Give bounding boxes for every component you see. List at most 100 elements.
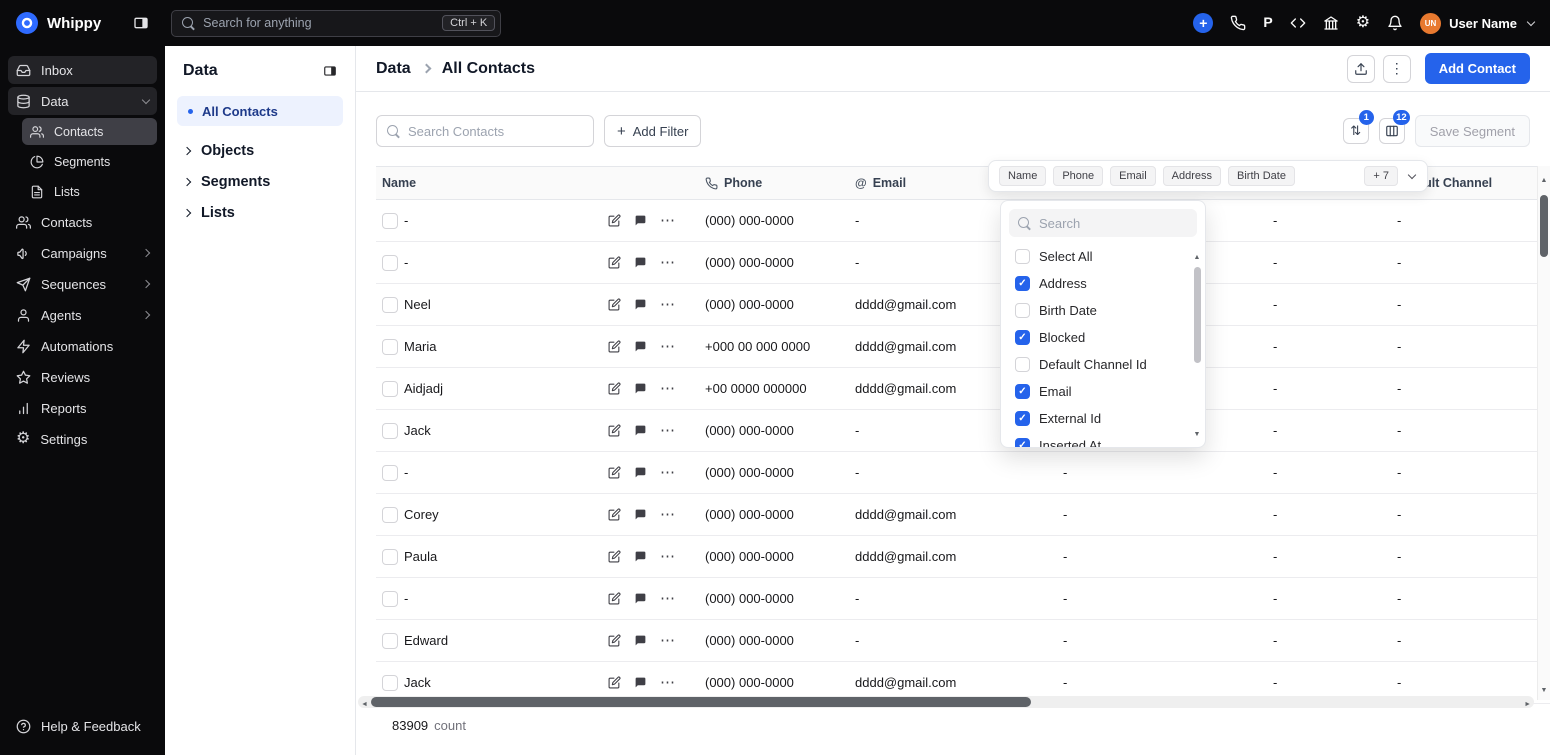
message-icon[interactable]: [634, 466, 647, 479]
subsidebar-group-segments[interactable]: Segments: [177, 167, 343, 197]
scrollbar-thumb[interactable]: [1540, 195, 1548, 257]
scrollbar-thumb[interactable]: [370, 697, 1031, 707]
global-search-input[interactable]: [203, 16, 435, 30]
edit-contact-icon[interactable]: [608, 298, 621, 311]
column-option[interactable]: Email: [1009, 378, 1197, 405]
scroll-down-icon[interactable]: [1194, 423, 1201, 441]
user-menu-chevron-icon[interactable]: [1526, 17, 1536, 27]
subsidebar-group-lists[interactable]: Lists: [177, 198, 343, 228]
row-checkbox[interactable]: [382, 254, 398, 271]
column-checkbox[interactable]: [1015, 384, 1030, 399]
edit-contact-icon[interactable]: [608, 550, 621, 563]
column-option[interactable]: Default Channel Id: [1009, 351, 1197, 378]
columns-search-input[interactable]: [1039, 215, 1188, 231]
message-icon[interactable]: [634, 592, 647, 605]
scroll-right-icon[interactable]: [1524, 693, 1531, 711]
contacts-search-input[interactable]: [408, 123, 583, 139]
column-option[interactable]: Birth Date: [1009, 297, 1197, 324]
more-columns-chip[interactable]: + 7: [1364, 166, 1398, 186]
message-icon[interactable]: [634, 508, 647, 521]
scroll-up-icon[interactable]: [1194, 246, 1201, 264]
row-checkbox[interactable]: [382, 548, 398, 565]
column-option[interactable]: Blocked: [1009, 324, 1197, 351]
column-chip[interactable]: Phone: [1053, 166, 1104, 186]
contacts-search[interactable]: [376, 115, 594, 147]
subsidebar-item-all-contacts[interactable]: All Contacts: [177, 96, 343, 126]
edit-contact-icon[interactable]: [608, 676, 621, 689]
row-checkbox[interactable]: [382, 464, 398, 481]
message-icon[interactable]: [634, 676, 647, 689]
chevron-down-icon[interactable]: [1407, 170, 1417, 180]
sidebar-item-campaigns[interactable]: Campaigns: [8, 239, 157, 267]
add-contact-button[interactable]: Add Contact: [1424, 53, 1530, 84]
message-icon[interactable]: [634, 256, 647, 269]
row-checkbox[interactable]: [382, 674, 398, 691]
row-more-icon[interactable]: [660, 465, 675, 480]
edit-contact-icon[interactable]: [608, 424, 621, 437]
more-options-button[interactable]: [1382, 54, 1411, 83]
sidebar-item-sequences[interactable]: Sequences: [8, 270, 157, 298]
sidebar-item-lists-sub[interactable]: Lists: [22, 178, 157, 205]
scroll-down-icon[interactable]: [1541, 679, 1548, 697]
subsidebar-group-objects[interactable]: Objects: [177, 136, 343, 166]
row-checkbox[interactable]: [382, 296, 398, 313]
column-option[interactable]: External Id: [1009, 405, 1197, 432]
sidebar-item-reports[interactable]: Reports: [8, 394, 157, 422]
col-header-phone[interactable]: Phone: [689, 176, 839, 190]
row-more-icon[interactable]: [660, 255, 675, 270]
sidebar-item-settings[interactable]: Settings: [8, 425, 157, 453]
message-icon[interactable]: [634, 340, 647, 353]
column-chip[interactable]: Name: [999, 166, 1047, 186]
message-icon[interactable]: [634, 550, 647, 563]
column-checkbox[interactable]: [1015, 357, 1030, 372]
breadcrumb-parent[interactable]: Data: [376, 60, 411, 78]
sidebar-toggle-button[interactable]: [133, 15, 149, 31]
quick-add-button[interactable]: [1193, 13, 1214, 33]
edit-contact-icon[interactable]: [608, 256, 621, 269]
row-more-icon[interactable]: [660, 591, 675, 606]
row-more-icon[interactable]: [660, 213, 675, 228]
col-header-name[interactable]: Name: [376, 176, 689, 190]
row-checkbox[interactable]: [382, 338, 398, 355]
edit-contact-icon[interactable]: [608, 214, 621, 227]
row-checkbox[interactable]: [382, 212, 398, 229]
payments-button[interactable]: [1263, 14, 1272, 32]
export-button[interactable]: [1346, 54, 1375, 83]
row-more-icon[interactable]: [660, 339, 675, 354]
column-checkbox[interactable]: [1015, 276, 1030, 291]
message-icon[interactable]: [634, 298, 647, 311]
avatar[interactable]: UN: [1420, 12, 1442, 34]
sidebar-item-contacts-sub[interactable]: Contacts: [22, 118, 157, 145]
message-icon[interactable]: [634, 634, 647, 647]
edit-contact-icon[interactable]: [608, 592, 621, 605]
sidebar-item-automations[interactable]: Automations: [8, 332, 157, 360]
horizontal-scrollbar[interactable]: [358, 696, 1534, 708]
edit-contact-icon[interactable]: [608, 382, 621, 395]
notifications-button[interactable]: [1387, 15, 1403, 31]
columns-button[interactable]: 12: [1378, 110, 1410, 144]
scrollbar-thumb[interactable]: [1193, 267, 1201, 363]
collapse-panel-button[interactable]: [323, 64, 337, 78]
add-filter-button[interactable]: Add Filter: [604, 115, 702, 147]
sidebar-item-agents[interactable]: Agents: [8, 301, 157, 329]
sidebar-item-help[interactable]: Help & Feedback: [8, 712, 157, 740]
message-icon[interactable]: [634, 424, 647, 437]
calls-button[interactable]: [1230, 15, 1246, 31]
organization-button[interactable]: [1323, 15, 1339, 31]
columns-search[interactable]: [1009, 209, 1197, 237]
sort-button[interactable]: 1: [1342, 110, 1374, 144]
global-search[interactable]: Ctrl + K: [171, 9, 502, 37]
vertical-scrollbar[interactable]: [1537, 166, 1550, 700]
column-checkbox[interactable]: [1015, 249, 1030, 264]
column-chip[interactable]: Address: [1162, 166, 1222, 186]
message-icon[interactable]: [634, 214, 647, 227]
row-more-icon[interactable]: [660, 297, 675, 312]
sidebar-item-contacts[interactable]: Contacts: [8, 208, 157, 236]
edit-contact-icon[interactable]: [608, 508, 621, 521]
row-more-icon[interactable]: [660, 423, 675, 438]
row-checkbox[interactable]: [382, 422, 398, 439]
column-checkbox[interactable]: [1015, 411, 1030, 426]
row-checkbox[interactable]: [382, 590, 398, 607]
edit-contact-icon[interactable]: [608, 634, 621, 647]
row-checkbox[interactable]: [382, 632, 398, 649]
